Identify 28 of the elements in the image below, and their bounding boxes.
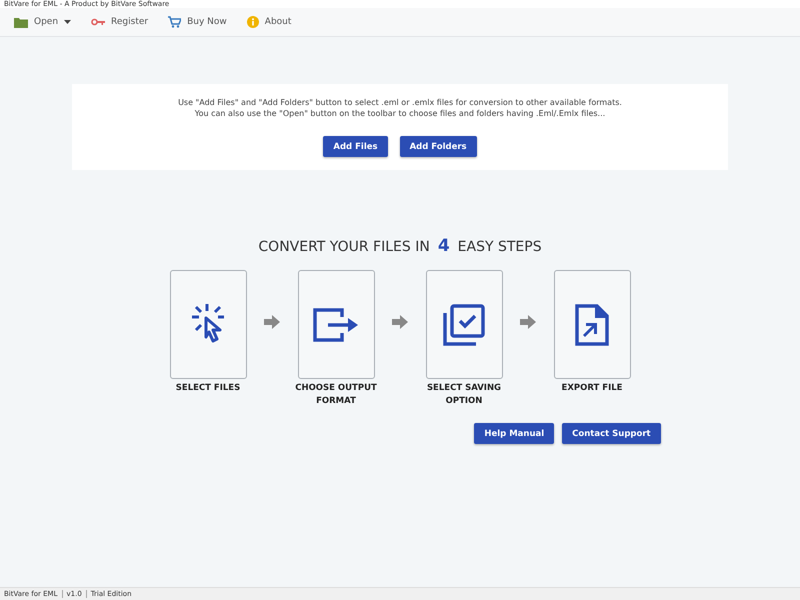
steps-heading: EASY STEPS <box>458 239 542 255</box>
help-button[interactable]: Help Manual <box>474 423 554 444</box>
toolbar-button[interactable]: Buy Now <box>166 14 229 30</box>
step-label: SELECT SAVING OPTION <box>426 382 502 408</box>
instruction-text: Use "Add Files" and "Add Folders" button to select .eml or .emlx files for conversion to other available formats. <box>178 97 622 108</box>
toolbar-button[interactable]: About <box>244 14 294 30</box>
arrow-icon <box>520 315 536 329</box>
add-button[interactable]: Add Files <box>323 136 388 157</box>
folder-icon <box>14 16 28 28</box>
steps-count: 4 <box>438 236 450 256</box>
info-icon <box>246 16 259 28</box>
key-icon <box>91 18 106 26</box>
step-label: EXPORT FILE <box>560 382 624 395</box>
file-arrow-icon <box>575 304 609 346</box>
add-button[interactable]: Add Folders <box>400 136 477 157</box>
arrow-icon <box>392 315 408 329</box>
cart-icon <box>168 16 182 28</box>
caret-icon <box>64 20 72 24</box>
step-label: CHOOSE OUTPUT FORMAT <box>294 382 378 408</box>
arrow-icon <box>264 315 280 329</box>
help-button[interactable]: Contact Support <box>562 423 661 444</box>
toolbar-button[interactable]: Open <box>12 14 74 30</box>
step-label: SELECT FILES <box>174 382 242 395</box>
steps-heading: CONVERT YOUR FILES IN <box>258 239 430 255</box>
export-arrow-icon <box>312 306 360 342</box>
toolbar-button[interactable]: Register <box>89 15 150 29</box>
copy-check-icon <box>442 304 486 346</box>
instruction-text: You can also use the "Open" button on the toolbar to choose files and folders having .Eml/.Emlx files... <box>194 108 606 119</box>
